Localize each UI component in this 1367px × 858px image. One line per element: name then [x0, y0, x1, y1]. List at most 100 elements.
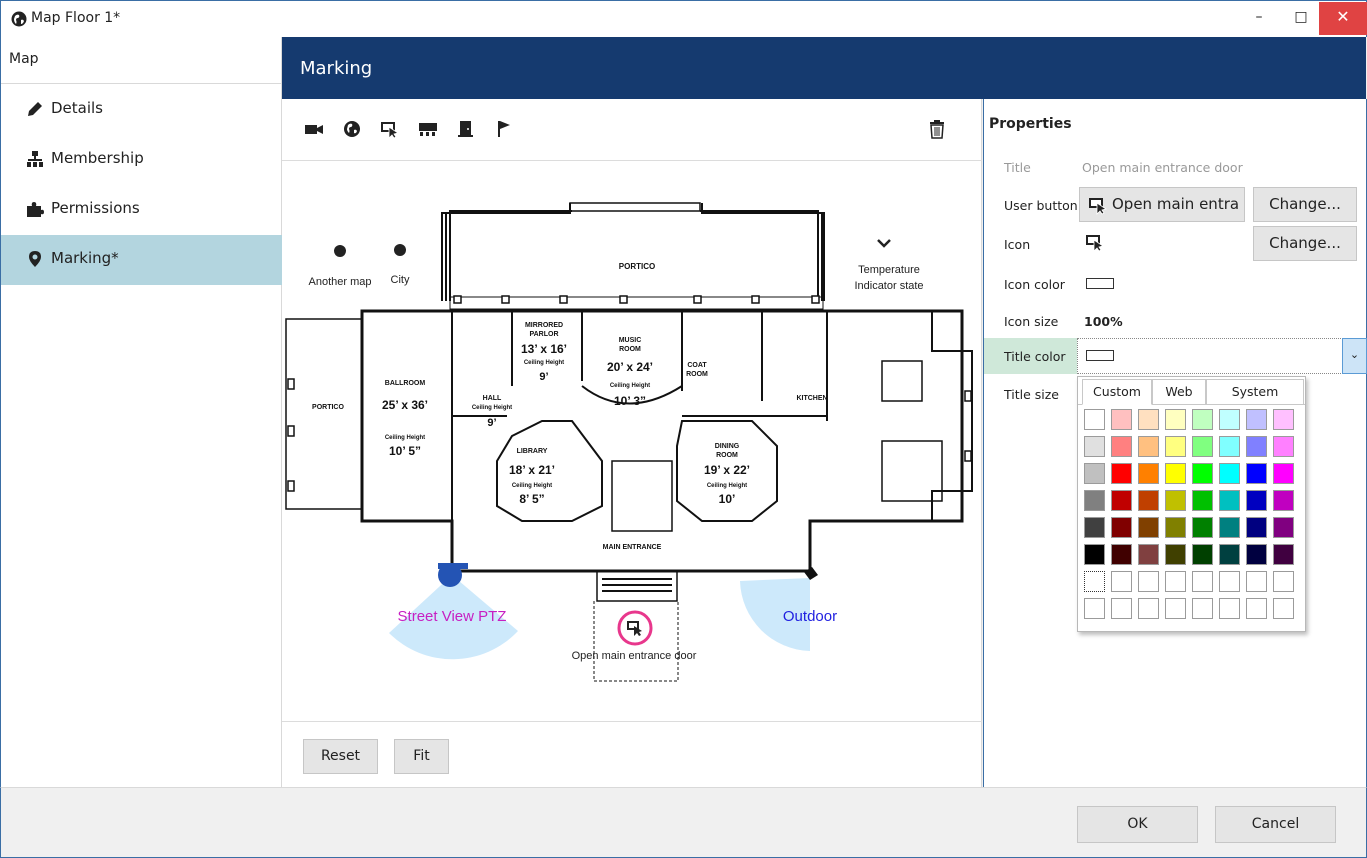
color-swatch[interactable]: [1111, 436, 1132, 457]
color-swatch[interactable]: [1138, 409, 1159, 430]
color-swatch[interactable]: [1138, 571, 1159, 592]
color-swatch[interactable]: [1111, 571, 1132, 592]
icon-size-value[interactable]: 100%: [1084, 314, 1123, 329]
sidebar-item-details[interactable]: Details: [1, 85, 282, 135]
color-swatch[interactable]: [1246, 571, 1267, 592]
color-swatch[interactable]: [1111, 409, 1132, 430]
color-swatch[interactable]: [1192, 517, 1213, 538]
color-swatch[interactable]: [1192, 571, 1213, 592]
icon-color-swatch[interactable]: [1086, 278, 1114, 289]
tab-custom[interactable]: Custom: [1082, 379, 1152, 405]
color-swatch[interactable]: [1246, 463, 1267, 484]
sidebar-item-permissions[interactable]: Permissions: [1, 185, 282, 235]
tab-web[interactable]: Web: [1152, 379, 1206, 405]
change-icon-button[interactable]: Change...: [1253, 226, 1357, 261]
color-swatch[interactable]: [1273, 544, 1294, 565]
color-swatch[interactable]: [1219, 598, 1240, 619]
color-swatch[interactable]: [1219, 517, 1240, 538]
color-swatch[interactable]: [1084, 544, 1105, 565]
color-swatch[interactable]: [1273, 463, 1294, 484]
color-swatch[interactable]: [1273, 436, 1294, 457]
reset-button[interactable]: Reset: [303, 739, 378, 774]
change-user-button[interactable]: Change...: [1253, 187, 1357, 222]
color-swatch[interactable]: [1273, 517, 1294, 538]
color-swatch[interactable]: [1192, 544, 1213, 565]
tab-system[interactable]: System: [1206, 379, 1304, 405]
user-button-select[interactable]: Open main entra: [1079, 187, 1245, 222]
color-swatch[interactable]: [1192, 463, 1213, 484]
color-swatch[interactable]: [1165, 517, 1186, 538]
color-swatch[interactable]: [1246, 598, 1267, 619]
title-value[interactable]: Open main entrance door: [1082, 160, 1243, 175]
color-swatch[interactable]: [1219, 571, 1240, 592]
color-swatch[interactable]: [1111, 517, 1132, 538]
color-swatch[interactable]: [1084, 598, 1105, 619]
color-swatch[interactable]: [1246, 544, 1267, 565]
sensor-icon[interactable]: [418, 119, 438, 139]
color-swatch[interactable]: [1138, 463, 1159, 484]
flag-icon[interactable]: [494, 119, 514, 139]
color-swatch[interactable]: [1165, 598, 1186, 619]
color-swatch[interactable]: [1084, 571, 1105, 592]
color-swatch[interactable]: [1084, 490, 1105, 511]
color-swatch[interactable]: [1111, 544, 1132, 565]
color-swatch[interactable]: [1246, 517, 1267, 538]
map-item-temperature[interactable]: Temperature Indicator state: [854, 239, 924, 292]
color-swatch[interactable]: [1273, 490, 1294, 511]
trash-icon[interactable]: [927, 119, 947, 139]
color-swatch[interactable]: [1273, 571, 1294, 592]
globe-icon[interactable]: [342, 119, 362, 139]
map-canvas[interactable]: PORTICO PORTICO MIRRORED PARLOR 13’ x 16…: [282, 161, 982, 721]
title-size-label: Title size: [1004, 387, 1059, 402]
color-swatch[interactable]: [1165, 436, 1186, 457]
color-swatch[interactable]: [1192, 409, 1213, 430]
map-item-another-map[interactable]: Another map: [309, 245, 372, 288]
sidebar-item-marking[interactable]: Marking*: [1, 235, 282, 285]
color-swatch[interactable]: [1138, 436, 1159, 457]
sidebar-item-membership[interactable]: Membership: [1, 135, 282, 185]
color-swatch[interactable]: [1138, 490, 1159, 511]
color-swatch[interactable]: [1165, 571, 1186, 592]
color-swatch[interactable]: [1219, 409, 1240, 430]
user-button-icon[interactable]: [380, 119, 400, 139]
color-swatch[interactable]: [1273, 409, 1294, 430]
color-swatch[interactable]: [1219, 490, 1240, 511]
color-swatch[interactable]: [1084, 517, 1105, 538]
cancel-button[interactable]: Cancel: [1215, 806, 1336, 843]
color-swatch[interactable]: [1138, 598, 1159, 619]
color-swatch[interactable]: [1246, 436, 1267, 457]
maximize-button[interactable]: □: [1279, 2, 1323, 35]
minimize-button[interactable]: –: [1237, 2, 1281, 35]
color-swatch[interactable]: [1192, 490, 1213, 511]
color-swatch[interactable]: [1219, 463, 1240, 484]
fp-parlor-size: 13’ x 16’: [521, 342, 567, 356]
color-swatch[interactable]: [1246, 490, 1267, 511]
color-swatch[interactable]: [1084, 409, 1105, 430]
fit-button[interactable]: Fit: [394, 739, 449, 774]
color-swatch[interactable]: [1111, 598, 1132, 619]
color-swatch[interactable]: [1138, 517, 1159, 538]
color-swatch[interactable]: [1192, 598, 1213, 619]
icon-size-label: Icon size: [1004, 314, 1059, 329]
title-color-dropdown[interactable]: [1077, 338, 1347, 374]
camera-icon[interactable]: [304, 119, 324, 139]
color-swatch[interactable]: [1165, 463, 1186, 484]
color-swatch[interactable]: [1084, 436, 1105, 457]
ok-button[interactable]: OK: [1077, 806, 1198, 843]
color-swatch[interactable]: [1111, 490, 1132, 511]
chevron-down-icon[interactable]: ⌄: [1342, 338, 1367, 374]
map-item-city[interactable]: City: [391, 244, 410, 286]
color-swatch[interactable]: [1219, 436, 1240, 457]
color-swatch[interactable]: [1111, 463, 1132, 484]
color-swatch[interactable]: [1165, 490, 1186, 511]
close-button[interactable]: ✕: [1319, 2, 1367, 35]
door-icon[interactable]: [456, 119, 476, 139]
color-swatch[interactable]: [1219, 544, 1240, 565]
color-swatch[interactable]: [1165, 409, 1186, 430]
color-swatch[interactable]: [1084, 463, 1105, 484]
color-swatch[interactable]: [1273, 598, 1294, 619]
color-swatch[interactable]: [1138, 544, 1159, 565]
color-swatch[interactable]: [1165, 544, 1186, 565]
color-swatch[interactable]: [1192, 436, 1213, 457]
color-swatch[interactable]: [1246, 409, 1267, 430]
